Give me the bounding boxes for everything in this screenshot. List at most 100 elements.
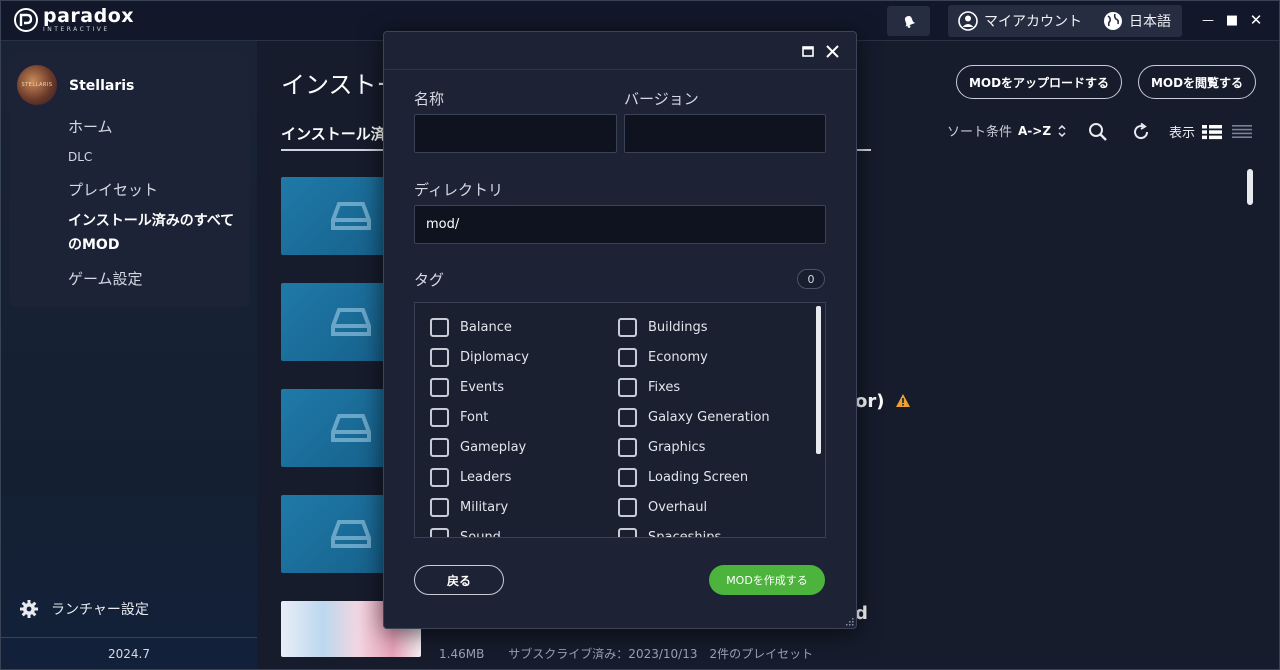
- tag-buildings[interactable]: Buildings: [618, 318, 708, 337]
- close-button[interactable]: ✕: [1245, 9, 1267, 31]
- upload-mod-button[interactable]: MODをアップロードする: [956, 65, 1122, 99]
- tag-label: Military: [460, 500, 509, 515]
- tag-galaxy-generation[interactable]: Galaxy Generation: [618, 408, 770, 427]
- content-scrollbar[interactable]: [1247, 169, 1253, 205]
- sort-control[interactable]: ソート条件 A->Z: [947, 121, 1067, 140]
- view-compact-button[interactable]: [1231, 121, 1253, 143]
- create-mod-button[interactable]: MODを作成する: [709, 565, 825, 595]
- maximize-button[interactable]: ■: [1221, 9, 1243, 31]
- tag-label: Economy: [648, 350, 708, 365]
- browse-mods-button[interactable]: MODを閲覧する: [1138, 65, 1256, 99]
- checkbox[interactable]: [618, 468, 637, 487]
- tag-font[interactable]: Font: [430, 408, 488, 427]
- refresh-button[interactable]: [1130, 121, 1152, 143]
- language-button[interactable]: 日本語: [1103, 5, 1171, 37]
- list-view-icon: [1202, 125, 1222, 140]
- checkbox[interactable]: [618, 348, 637, 367]
- game-card: STELLARIS Stellaris ホーム DLC プレイセット インストー…: [9, 53, 249, 307]
- game-title[interactable]: Stellaris: [69, 78, 134, 94]
- paradox-logo-icon: [14, 8, 38, 32]
- checkbox[interactable]: [618, 438, 637, 457]
- tag-label: Gameplay: [460, 440, 527, 455]
- checkbox[interactable]: [430, 438, 449, 457]
- my-account-label: マイアカウント: [984, 14, 1082, 30]
- sidebar-item-game-settings[interactable]: ゲーム設定: [68, 268, 143, 289]
- name-input[interactable]: [414, 114, 617, 153]
- mod-meta: 1.46MB サブスクライブ済み：2023/10/13 2件のプレイセット: [439, 647, 814, 661]
- tag-economy[interactable]: Economy: [618, 348, 708, 367]
- name-label: 名称: [414, 90, 445, 108]
- tag-loading-screen[interactable]: Loading Screen: [618, 468, 748, 487]
- checkbox[interactable]: [430, 498, 449, 517]
- checkbox[interactable]: [618, 408, 637, 427]
- account-language-group: マイアカウント 日本語: [948, 5, 1182, 37]
- user-icon: [958, 11, 978, 31]
- checkbox[interactable]: [618, 498, 637, 517]
- tags-list: Balance Buildings Diplomacy Economy Even…: [414, 302, 826, 538]
- tag-label: Buildings: [648, 320, 708, 335]
- sort-label: ソート条件: [947, 125, 1013, 140]
- checkbox[interactable]: [430, 468, 449, 487]
- tag-gameplay[interactable]: Gameplay: [430, 438, 526, 457]
- tag-spaceships[interactable]: Spaceships: [618, 528, 722, 538]
- drive-icon: [331, 414, 371, 442]
- minimize-button[interactable]: —: [1197, 9, 1219, 31]
- my-account-button[interactable]: マイアカウント: [958, 5, 1082, 37]
- paradox-logo: paradox INTERACTIVE: [13, 7, 134, 33]
- checkbox[interactable]: [430, 528, 449, 537]
- sidebar-item-all-installed-mods[interactable]: インストール済みのすべてのMOD: [68, 209, 248, 257]
- tag-diplomacy[interactable]: Diplomacy: [430, 348, 529, 367]
- version-input[interactable]: [624, 114, 826, 153]
- tag-label: Fixes: [648, 380, 681, 395]
- dialog-maximize-button[interactable]: [798, 41, 818, 61]
- tag-label: Leaders: [460, 470, 512, 485]
- tag-graphics[interactable]: Graphics: [618, 438, 705, 457]
- search-button[interactable]: [1087, 121, 1109, 143]
- tag-label: Font: [460, 410, 489, 425]
- tag-military[interactable]: Military: [430, 498, 508, 517]
- checkbox[interactable]: [430, 318, 449, 337]
- tag-events[interactable]: Events: [430, 378, 504, 397]
- create-mod-dialog: 名称 バージョン ディレクトリ mod/ タグ 0 Balance Buildi…: [383, 31, 857, 629]
- sidebar-item-dlc[interactable]: DLC: [68, 150, 92, 164]
- view-list-button[interactable]: [1201, 121, 1223, 143]
- warning-icon: [896, 394, 910, 407]
- version-label: 2024.7: [108, 647, 150, 661]
- tag-fixes[interactable]: Fixes: [618, 378, 680, 397]
- tag-overhaul[interactable]: Overhaul: [618, 498, 707, 517]
- tag-sound[interactable]: Sound: [430, 528, 501, 537]
- checkbox[interactable]: [618, 318, 637, 337]
- sidebar-item-playsets[interactable]: プレイセット: [68, 179, 158, 200]
- version-label: バージョン: [624, 90, 699, 108]
- game-avatar[interactable]: STELLARIS: [17, 65, 57, 105]
- checkbox[interactable]: [618, 528, 637, 537]
- checkbox[interactable]: [430, 348, 449, 367]
- mod-title-fragment: or): [855, 391, 885, 412]
- gear-icon: [20, 600, 38, 618]
- maximize-icon: ■: [1225, 12, 1239, 28]
- sort-arrows-icon: [1058, 124, 1066, 137]
- checkbox[interactable]: [430, 408, 449, 427]
- back-button[interactable]: 戻る: [414, 565, 504, 595]
- checkbox[interactable]: [618, 378, 637, 397]
- launcher-settings-button[interactable]: ランチャー設定: [19, 599, 149, 619]
- tag-leaders[interactable]: Leaders: [430, 468, 511, 487]
- tag-label: Loading Screen: [648, 470, 749, 485]
- search-icon: [1089, 123, 1107, 141]
- tag-label: Spaceships: [648, 530, 722, 538]
- notifications-button[interactable]: [887, 6, 930, 36]
- sidebar-item-home[interactable]: ホーム: [68, 116, 113, 137]
- tag-balance[interactable]: Balance: [430, 318, 512, 337]
- checkbox[interactable]: [430, 378, 449, 397]
- tags-count-badge: 0: [797, 269, 825, 289]
- drive-icon: [331, 308, 371, 336]
- directory-input[interactable]: mod/: [414, 205, 826, 244]
- dialog-close-button[interactable]: [822, 41, 842, 61]
- tags-scrollbar[interactable]: [816, 306, 821, 454]
- tab-installed[interactable]: インストール済: [281, 123, 386, 144]
- tag-label: Events: [460, 380, 505, 395]
- tag-label: Balance: [460, 320, 512, 335]
- directory-label: ディレクトリ: [414, 181, 503, 199]
- tags-label: タグ: [414, 271, 445, 289]
- resize-grip-icon[interactable]: [844, 616, 854, 626]
